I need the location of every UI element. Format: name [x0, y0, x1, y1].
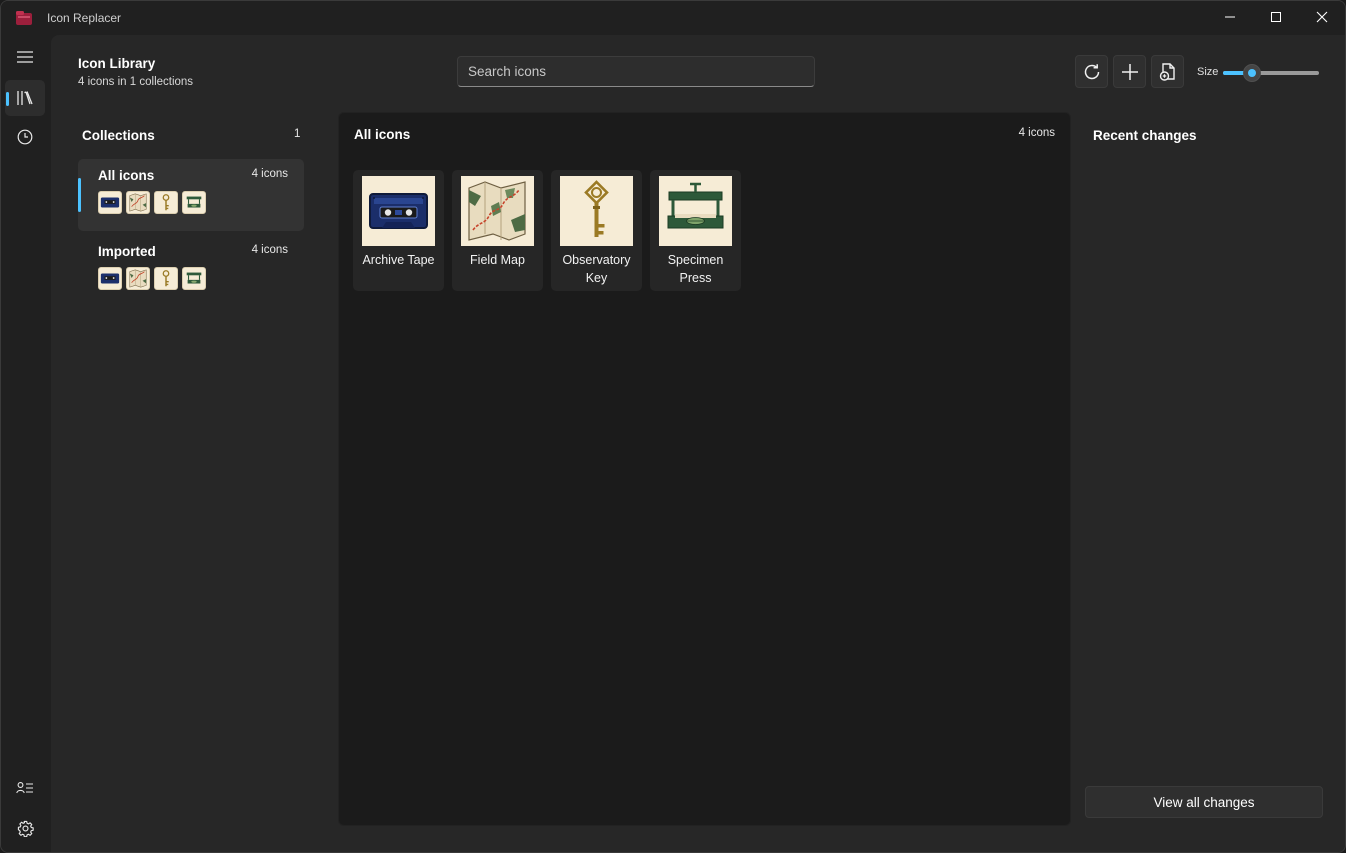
close-button[interactable] [1299, 1, 1345, 33]
page-title: Icon Library [78, 56, 156, 71]
page-subtitle: 4 icons in 1 collections [78, 76, 194, 88]
icon-tile-label: Observatory Key [562, 253, 631, 285]
app-title: Icon Replacer [47, 11, 122, 25]
minimize-icon [1225, 16, 1235, 18]
icon-tile-observatory-key[interactable]: Observatory Key [551, 170, 642, 291]
main-content: Icon Library 4 icons in 1 collections Se… [51, 35, 1345, 852]
import-file-icon [1159, 62, 1175, 81]
icon-tile-archive-tape[interactable]: Archive Tape [353, 170, 444, 291]
nav-selection-indicator [6, 92, 9, 106]
folded-map-icon [126, 267, 150, 290]
collection-item-all-icons[interactable]: All icons 4 icons [78, 159, 304, 231]
icon-tile-specimen-press[interactable]: Specimen Press [650, 170, 741, 291]
collection-thumbnails [98, 191, 206, 214]
maximize-button[interactable] [1253, 1, 1299, 33]
contact-list-icon [16, 782, 33, 794]
collection-item-imported[interactable]: Imported 4 icons [78, 235, 304, 307]
icon-tile-label: Field Map [470, 253, 525, 267]
collection-icon-count: 4 icons [251, 168, 288, 180]
cassette-tape-icon [362, 176, 435, 246]
add-icon-button[interactable] [1113, 55, 1146, 88]
specimen-press-icon [659, 176, 732, 246]
collection-selection-indicator [78, 178, 81, 212]
close-icon [1316, 11, 1328, 23]
nav-account-button[interactable] [5, 770, 45, 806]
grid-icon-count: 4 icons [1018, 127, 1055, 139]
collection-name: All icons [98, 168, 155, 183]
size-label: Size [1197, 66, 1219, 78]
hamburger-menu-icon [17, 51, 33, 63]
menu-button[interactable] [5, 39, 45, 75]
collections-count: 1 [294, 128, 301, 140]
folded-map-icon [461, 176, 534, 246]
search-box[interactable] [457, 56, 815, 87]
specimen-press-icon [182, 267, 206, 290]
nav-settings-button[interactable] [5, 810, 45, 846]
nav-history-button[interactable] [5, 119, 45, 155]
plus-icon [1121, 63, 1138, 80]
library-icon [17, 91, 33, 105]
icon-tile-label: Specimen Press [667, 253, 724, 285]
clock-icon [17, 129, 33, 145]
import-button[interactable] [1151, 55, 1184, 88]
size-slider[interactable] [1223, 64, 1319, 82]
collections-header: Collections [82, 128, 155, 143]
specimen-press-icon [182, 191, 206, 214]
minimize-button[interactable] [1207, 1, 1253, 33]
view-all-changes-button[interactable]: View all changes [1085, 786, 1323, 818]
folded-map-icon [126, 191, 150, 214]
gear-icon [17, 820, 34, 837]
icon-tile-label: Archive Tape [362, 253, 435, 267]
key-icon [154, 267, 178, 290]
cassette-tape-icon [98, 267, 122, 290]
refresh-button[interactable] [1075, 55, 1108, 88]
grid-title: All icons [354, 127, 411, 142]
collection-thumbnails [98, 267, 206, 290]
nav-rail [1, 35, 51, 852]
key-icon [154, 191, 178, 214]
maximize-icon [1271, 12, 1281, 22]
icon-grid-panel: All icons 4 icons Archive Tape Field Map… [338, 112, 1071, 826]
key-icon [560, 176, 633, 246]
app-window: Icon Replacer Icon Library 4 icons in 1 … [0, 0, 1346, 853]
recent-changes-title: Recent changes [1093, 128, 1197, 143]
app-logo-icon [16, 11, 32, 25]
slider-thumb[interactable] [1242, 64, 1261, 82]
collection-name: Imported [98, 244, 156, 259]
search-input[interactable] [458, 57, 814, 86]
cassette-tape-icon [98, 191, 122, 214]
title-bar[interactable]: Icon Replacer [1, 1, 1345, 35]
nav-library-button[interactable] [5, 80, 45, 116]
refresh-icon [1084, 63, 1099, 79]
collection-icon-count: 4 icons [251, 244, 288, 256]
icon-tile-field-map[interactable]: Field Map [452, 170, 543, 291]
